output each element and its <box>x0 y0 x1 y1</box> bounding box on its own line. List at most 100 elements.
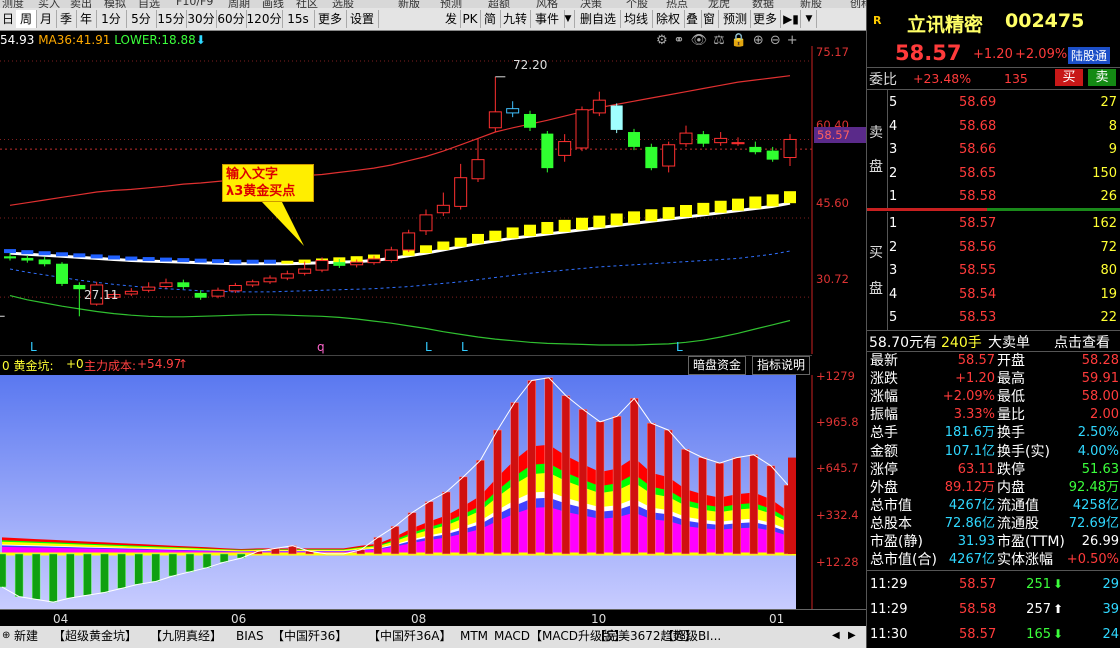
period-button[interactable]: 周 <box>16 10 37 28</box>
sell-order-row[interactable]: 5 58.69 27 <box>867 92 1120 113</box>
period-button[interactable]: 日 <box>0 10 17 28</box>
tool-button[interactable]: 删自选 <box>576 10 621 28</box>
candle-body <box>628 132 640 147</box>
menu-item[interactable]: 龙虎 <box>708 0 730 8</box>
menu-item[interactable]: 决策 <box>580 0 602 8</box>
tool-button[interactable]: 九转 <box>500 10 531 28</box>
menu-item[interactable]: 超额 <box>488 0 510 8</box>
quote-row: 涨幅 +2.09% 最低 58.00 <box>867 388 1120 406</box>
indicator-tab[interactable]: MTM <box>460 627 488 645</box>
menu-item[interactable]: 画线 <box>262 0 284 8</box>
text-annotation-box[interactable]: 输入文字 λ3黄金买点 <box>222 164 314 202</box>
menu-item[interactable]: 模拟 <box>104 0 126 8</box>
dropdown-arrow-icon[interactable]: ▼ <box>562 10 575 28</box>
quote-value: 4.00% <box>1077 443 1119 459</box>
buy-order-row[interactable]: 5 58.53 22 <box>867 307 1120 328</box>
buy-order-row[interactable]: 4 58.54 19 <box>867 284 1120 305</box>
golden-pit-indicator-chart[interactable] <box>0 375 866 609</box>
period-button[interactable]: 年 <box>76 10 97 28</box>
tool-button[interactable]: 除权 <box>652 10 685 28</box>
period-button[interactable]: 设置 <box>346 10 379 28</box>
menu-item[interactable]: 卖出 <box>70 0 92 8</box>
big-order-link[interactable]: 点击查看 <box>1054 332 1110 352</box>
histogram-bar <box>407 512 417 555</box>
menu-item[interactable]: 周期 <box>228 0 250 8</box>
indicator-tab[interactable]: BIAS <box>236 627 264 645</box>
period-button[interactable]: 15分 <box>156 10 187 28</box>
candle-body <box>315 260 329 271</box>
tool-button[interactable]: 预测 <box>720 10 751 28</box>
tool-button[interactable]: 均线 <box>620 10 653 28</box>
quote-label: 涨幅 <box>870 389 898 406</box>
quote-label: 最新 <box>870 353 898 369</box>
menu-item[interactable]: 测度 <box>2 0 24 8</box>
dark-pool-button[interactable]: 暗盘资金 <box>688 356 747 375</box>
menu-item[interactable]: 买入 <box>38 0 60 8</box>
tool-button[interactable]: 窗 <box>700 10 719 28</box>
tool-button[interactable]: 更多 <box>750 10 781 28</box>
sell-button[interactable]: 卖 <box>1088 69 1116 86</box>
sell-order-row[interactable]: 1 58.58 26 <box>867 186 1120 207</box>
buy-order-row[interactable]: 2 58.56 72 <box>867 237 1120 258</box>
tool-button[interactable]: 简 <box>480 10 501 28</box>
indicator-tab[interactable]: 【中国歼36A】 <box>368 627 451 645</box>
indicator-tab[interactable]: 【中国歼36】 <box>272 627 347 645</box>
menu-item[interactable]: 个股 <box>626 0 648 8</box>
ma-fragment-value: 54.93 <box>0 33 35 47</box>
indicator-help-button[interactable]: 指标说明 <box>752 356 811 375</box>
menu-item[interactable]: 数据 <box>752 0 774 8</box>
quote-label: 振幅 <box>870 407 898 424</box>
period-button[interactable]: 1分 <box>96 10 127 28</box>
menu-item[interactable]: 新股 <box>800 0 822 8</box>
down-arrow-icon: ⬇ <box>1053 627 1064 641</box>
indicator-tab[interactable]: 【超级BI... <box>662 627 721 645</box>
order-price: 58.53 <box>959 310 997 325</box>
histogram-bar <box>83 553 92 596</box>
period-button[interactable]: 30分 <box>186 10 217 28</box>
tool-button[interactable]: PK <box>460 10 481 28</box>
menu-item[interactable]: 预测 <box>440 0 462 8</box>
new-tab-icon[interactable]: ⊕ <box>2 627 10 645</box>
order-level: 2 <box>889 165 898 181</box>
order-volume: 80 <box>1100 263 1117 278</box>
trend-block <box>420 245 432 254</box>
histogram-bar <box>424 501 434 555</box>
buy-order-row[interactable]: 3 58.55 80 <box>867 260 1120 281</box>
trend-block <box>489 230 502 241</box>
scroll-left-icon[interactable]: ◀ <box>832 627 840 645</box>
indicator-tab[interactable]: MACD <box>494 627 530 645</box>
menu-item[interactable]: 自选 <box>138 0 160 8</box>
indicator-tab[interactable]: 新建 <box>14 627 38 645</box>
sell-order-row[interactable]: 4 58.68 8 <box>867 116 1120 137</box>
menu-item[interactable]: 选股 <box>332 0 354 8</box>
dropdown-arrow-icon[interactable]: ▼ <box>802 10 817 28</box>
menu-item[interactable]: 新版 <box>398 0 420 8</box>
histogram-bar <box>49 553 58 603</box>
indicator-tab[interactable]: 【超级黄金坑】 <box>53 627 137 645</box>
period-button[interactable]: 更多 <box>314 10 347 28</box>
menu-item[interactable]: 风格 <box>536 0 558 8</box>
period-button[interactable]: 5分 <box>126 10 157 28</box>
menu-item[interactable]: 社区 <box>296 0 318 8</box>
candle-body <box>350 261 364 266</box>
tool-button[interactable]: 发 <box>442 10 461 28</box>
sell-order-row[interactable]: 2 58.65 150 <box>867 163 1120 184</box>
play-icon[interactable]: ▶▮ <box>782 10 801 28</box>
period-button[interactable]: 季 <box>56 10 77 28</box>
period-button[interactable]: 15s <box>282 10 315 28</box>
period-button[interactable]: 月 <box>36 10 57 28</box>
candlestick-chart[interactable] <box>0 46 866 354</box>
buy-button[interactable]: 买 <box>1055 69 1083 86</box>
period-button[interactable]: 60分 <box>216 10 247 28</box>
quote-label: 总市值 <box>870 497 912 514</box>
tick-price: 58.57 <box>959 577 997 592</box>
scroll-right-icon[interactable]: ▶ <box>848 627 856 645</box>
buy-order-row[interactable]: 1 58.57 162 <box>867 213 1120 234</box>
indicator-tab[interactable]: 【九阴真经】 <box>150 627 222 645</box>
tool-button[interactable]: 事件 <box>530 10 565 28</box>
period-button[interactable]: 120分 <box>246 10 283 28</box>
candle-body <box>124 290 138 295</box>
menu-item[interactable]: 热点 <box>666 0 688 8</box>
sell-order-row[interactable]: 3 58.66 9 <box>867 139 1120 160</box>
menu-item[interactable]: F10/F9 <box>176 0 213 8</box>
